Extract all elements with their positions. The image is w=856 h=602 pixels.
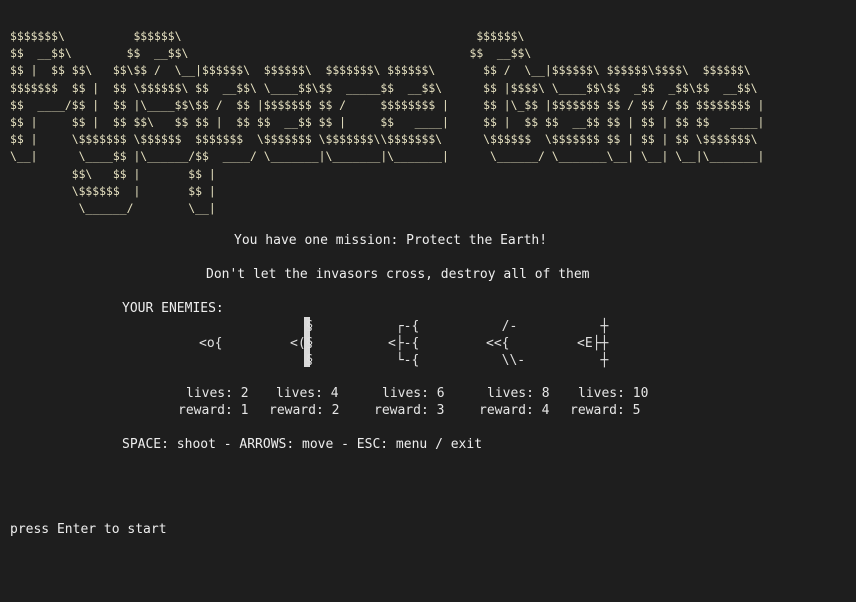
enemy-4-reward: reward: 4 [479,403,550,418]
enemy-sprite-3: ┌-{ <├-{ └-{ [388,319,420,368]
enemy-sprite-5: ┼ <E├┼ ┼ [577,319,609,368]
enemy-2-lives: lives: 4 [276,386,339,401]
enemy-1-lives: lives: 2 [186,386,249,401]
enemy-3-reward: reward: 3 [374,403,445,418]
enemy-3-lives: lives: 6 [382,386,445,401]
title-banner-ascii: $$$$$$$\ $$$$$$\ $$$$$$\ $$ __$$\ $$ __$… [10,29,765,216]
enemy-sprite-4: /- <<{ \\- [486,319,526,368]
controls-help: SPACE: shoot - ARROWS: move - ESC: menu … [122,437,483,452]
enemy-4-lives: lives: 8 [487,386,550,401]
enemy-5-lives: lives: 10 [578,386,649,401]
mission-text: You have one mission: Protect the Earth! [234,233,548,248]
instruction-text: Don't let the invasors cross, destroy al… [206,267,590,282]
enemy-sprite-1: <o{ [199,336,223,351]
enemies-heading: YOUR ENEMIES: [122,301,224,316]
start-prompt[interactable]: press Enter to start [10,522,167,538]
enemy-5-reward: reward: 5 [570,403,641,418]
enemy-sprite-2: § <(§ § [290,319,314,368]
enemy-1-reward: reward: 1 [178,403,249,418]
enemy-2-reward: reward: 2 [269,403,340,418]
terminal-window: $$$$$$$\ $$$$$$\ $$$$$$\ $$ __$$\ $$ __$… [0,0,856,602]
